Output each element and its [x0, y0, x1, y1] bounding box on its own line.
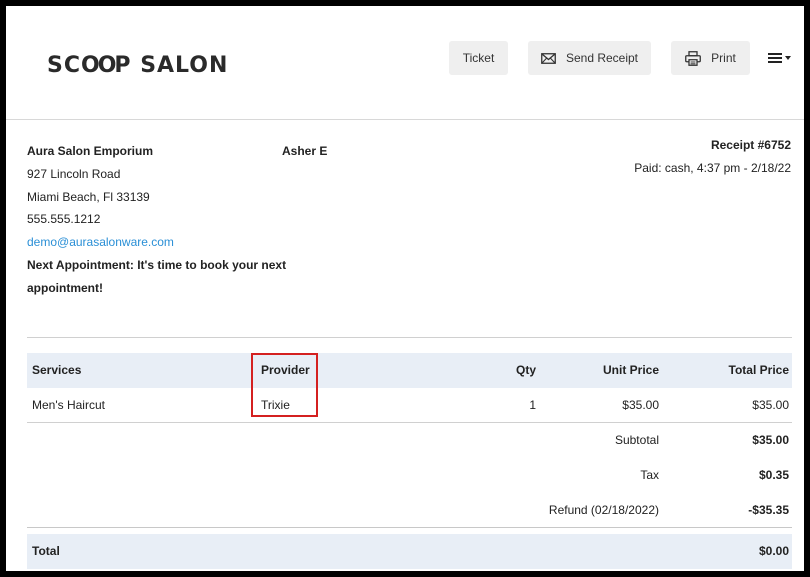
salon-address-2: Miami Beach, Fl 33139 — [27, 190, 150, 204]
total-value: $0.00 — [758, 544, 789, 558]
ticket-button[interactable]: Ticket — [449, 41, 508, 75]
print-button[interactable]: Print — [671, 41, 750, 75]
salon-address-1: 927 Lincoln Road — [27, 167, 121, 181]
service-total-price: $35.00 — [752, 398, 789, 412]
header-total-price: Total Price — [728, 363, 789, 377]
next-appointment-line-2: appointment! — [27, 281, 103, 295]
salon-phone: 555.555.1212 — [27, 212, 101, 226]
header-unit-price: Unit Price — [602, 363, 659, 377]
service-qty: 1 — [529, 398, 536, 412]
receipt-header: SCOOP SALON Ticket Send Receipt Print — [6, 6, 804, 120]
service-unit-price: $35.00 — [622, 398, 659, 412]
print-label: Print — [711, 51, 736, 65]
payment-info: Paid: cash, 4:37 pm - 2/18/22 — [634, 161, 791, 175]
provider-highlight-box — [251, 353, 318, 417]
section-divider — [27, 337, 792, 338]
subtotal-row: Subtotal $35.00 — [27, 423, 792, 458]
salon-name: Aura Salon Emporium — [27, 144, 154, 158]
send-receipt-label: Send Receipt — [565, 51, 639, 65]
tax-row: Tax $0.35 — [27, 458, 792, 493]
subtotal-label: Subtotal — [614, 433, 659, 447]
refund-label: Refund (02/18/2022) — [548, 503, 659, 517]
header-services: Services — [32, 363, 82, 377]
total-label: Total — [32, 544, 60, 558]
hamburger-menu-icon[interactable] — [768, 50, 794, 66]
next-appointment-line-1: Next Appointment: It's time to book your… — [27, 258, 287, 272]
tax-value: $0.35 — [758, 468, 789, 482]
service-name: Men's Haircut — [32, 398, 105, 412]
table-row: Men's Haircut Trixie 1 $35.00 $35.00 — [27, 388, 792, 423]
receipt-window: SCOOP SALON Ticket Send Receipt Print Au… — [0, 0, 810, 577]
total-row: Total $0.00 — [27, 534, 792, 569]
table-header-row: Services Provider Qty Unit Price Total P… — [27, 353, 792, 388]
header-qty: Qty — [515, 363, 536, 377]
receipt-number: Receipt #6752 — [710, 138, 791, 152]
client-name: Asher E — [282, 144, 328, 158]
refund-value: -$35.35 — [748, 503, 789, 517]
ticket-button-label: Ticket — [462, 51, 495, 65]
printer-icon — [685, 50, 702, 66]
scoop-salon-logo: SCOOP SALON — [47, 53, 229, 78]
subtotal-value: $35.00 — [752, 433, 789, 447]
refund-row: Refund (02/18/2022) -$35.35 — [27, 493, 792, 528]
envelope-icon — [541, 52, 556, 64]
tax-label: Tax — [640, 468, 659, 482]
salon-email-link[interactable]: demo@aurasalonware.com — [27, 235, 174, 249]
send-receipt-button[interactable]: Send Receipt — [528, 41, 651, 75]
